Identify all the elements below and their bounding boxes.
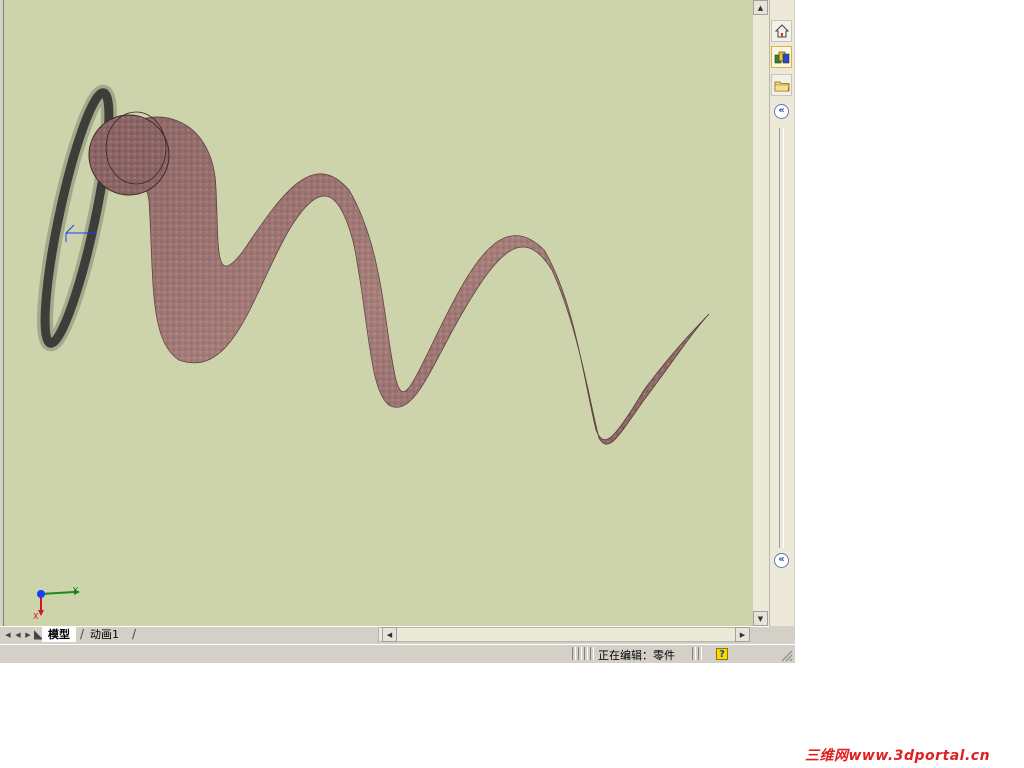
tab-next-button[interactable]: ▶ [23,628,33,641]
tab-prev-button[interactable]: ◀ [13,628,23,641]
status-divider [578,647,582,660]
collapse-pane-bottom-button[interactable]: « [774,553,789,568]
task-pane-splitter[interactable] [779,128,784,548]
double-chevron-left-icon: « [778,105,785,116]
site-watermark: 三维网www.3dportal.cn [805,748,991,764]
model-scene [37,84,710,616]
collapse-pane-top-button[interactable]: « [774,104,789,119]
color-palette-icon [774,51,789,64]
tab-first-button[interactable]: ◀ [3,628,13,641]
tab-animation-1[interactable]: 动画1 [84,627,125,642]
task-pane-appearance-button[interactable] [771,46,792,68]
task-pane-tabs: « « [769,0,794,626]
scroll-left-button[interactable]: ◀ [382,627,397,642]
application-window: Y X ▲ ▼ « « ◀ ◀ ▶ ◣ 模型 / 动画1 / ◀ ▶ 正在编辑：… [0,0,795,663]
home-icon [774,24,789,38]
task-pane-home-button[interactable] [771,20,792,42]
triad-y-label: Y [73,586,78,595]
task-pane-file-explorer-button[interactable] [771,74,792,96]
scroll-right-button[interactable]: ▶ [735,627,750,642]
tapered-coil [88,111,710,445]
double-chevron-left-icon: « [778,554,785,565]
scroll-up-button[interactable]: ▲ [753,0,768,15]
editing-status: 正在编辑：零件 [598,649,675,662]
tab-model[interactable]: 模型 [42,627,76,642]
triad-x-label: X [33,612,39,621]
folder-icon [774,81,789,91]
tab-separator: / [132,627,137,641]
status-divider [590,647,594,660]
vertical-scrollbar[interactable]: ▲ ▼ [753,0,769,626]
status-divider [572,647,576,660]
status-bar: 正在编辑：零件 ? [0,644,795,663]
resize-grip-icon[interactable] [780,649,793,662]
status-divider [692,647,696,660]
status-divider [698,647,702,660]
help-icon[interactable]: ? [716,648,728,660]
status-divider [584,647,588,660]
horizontal-scrollbar[interactable]: ◀ ▶ [378,627,750,642]
graphics-viewport[interactable]: Y X [3,0,754,626]
scroll-down-button[interactable]: ▼ [753,611,768,626]
